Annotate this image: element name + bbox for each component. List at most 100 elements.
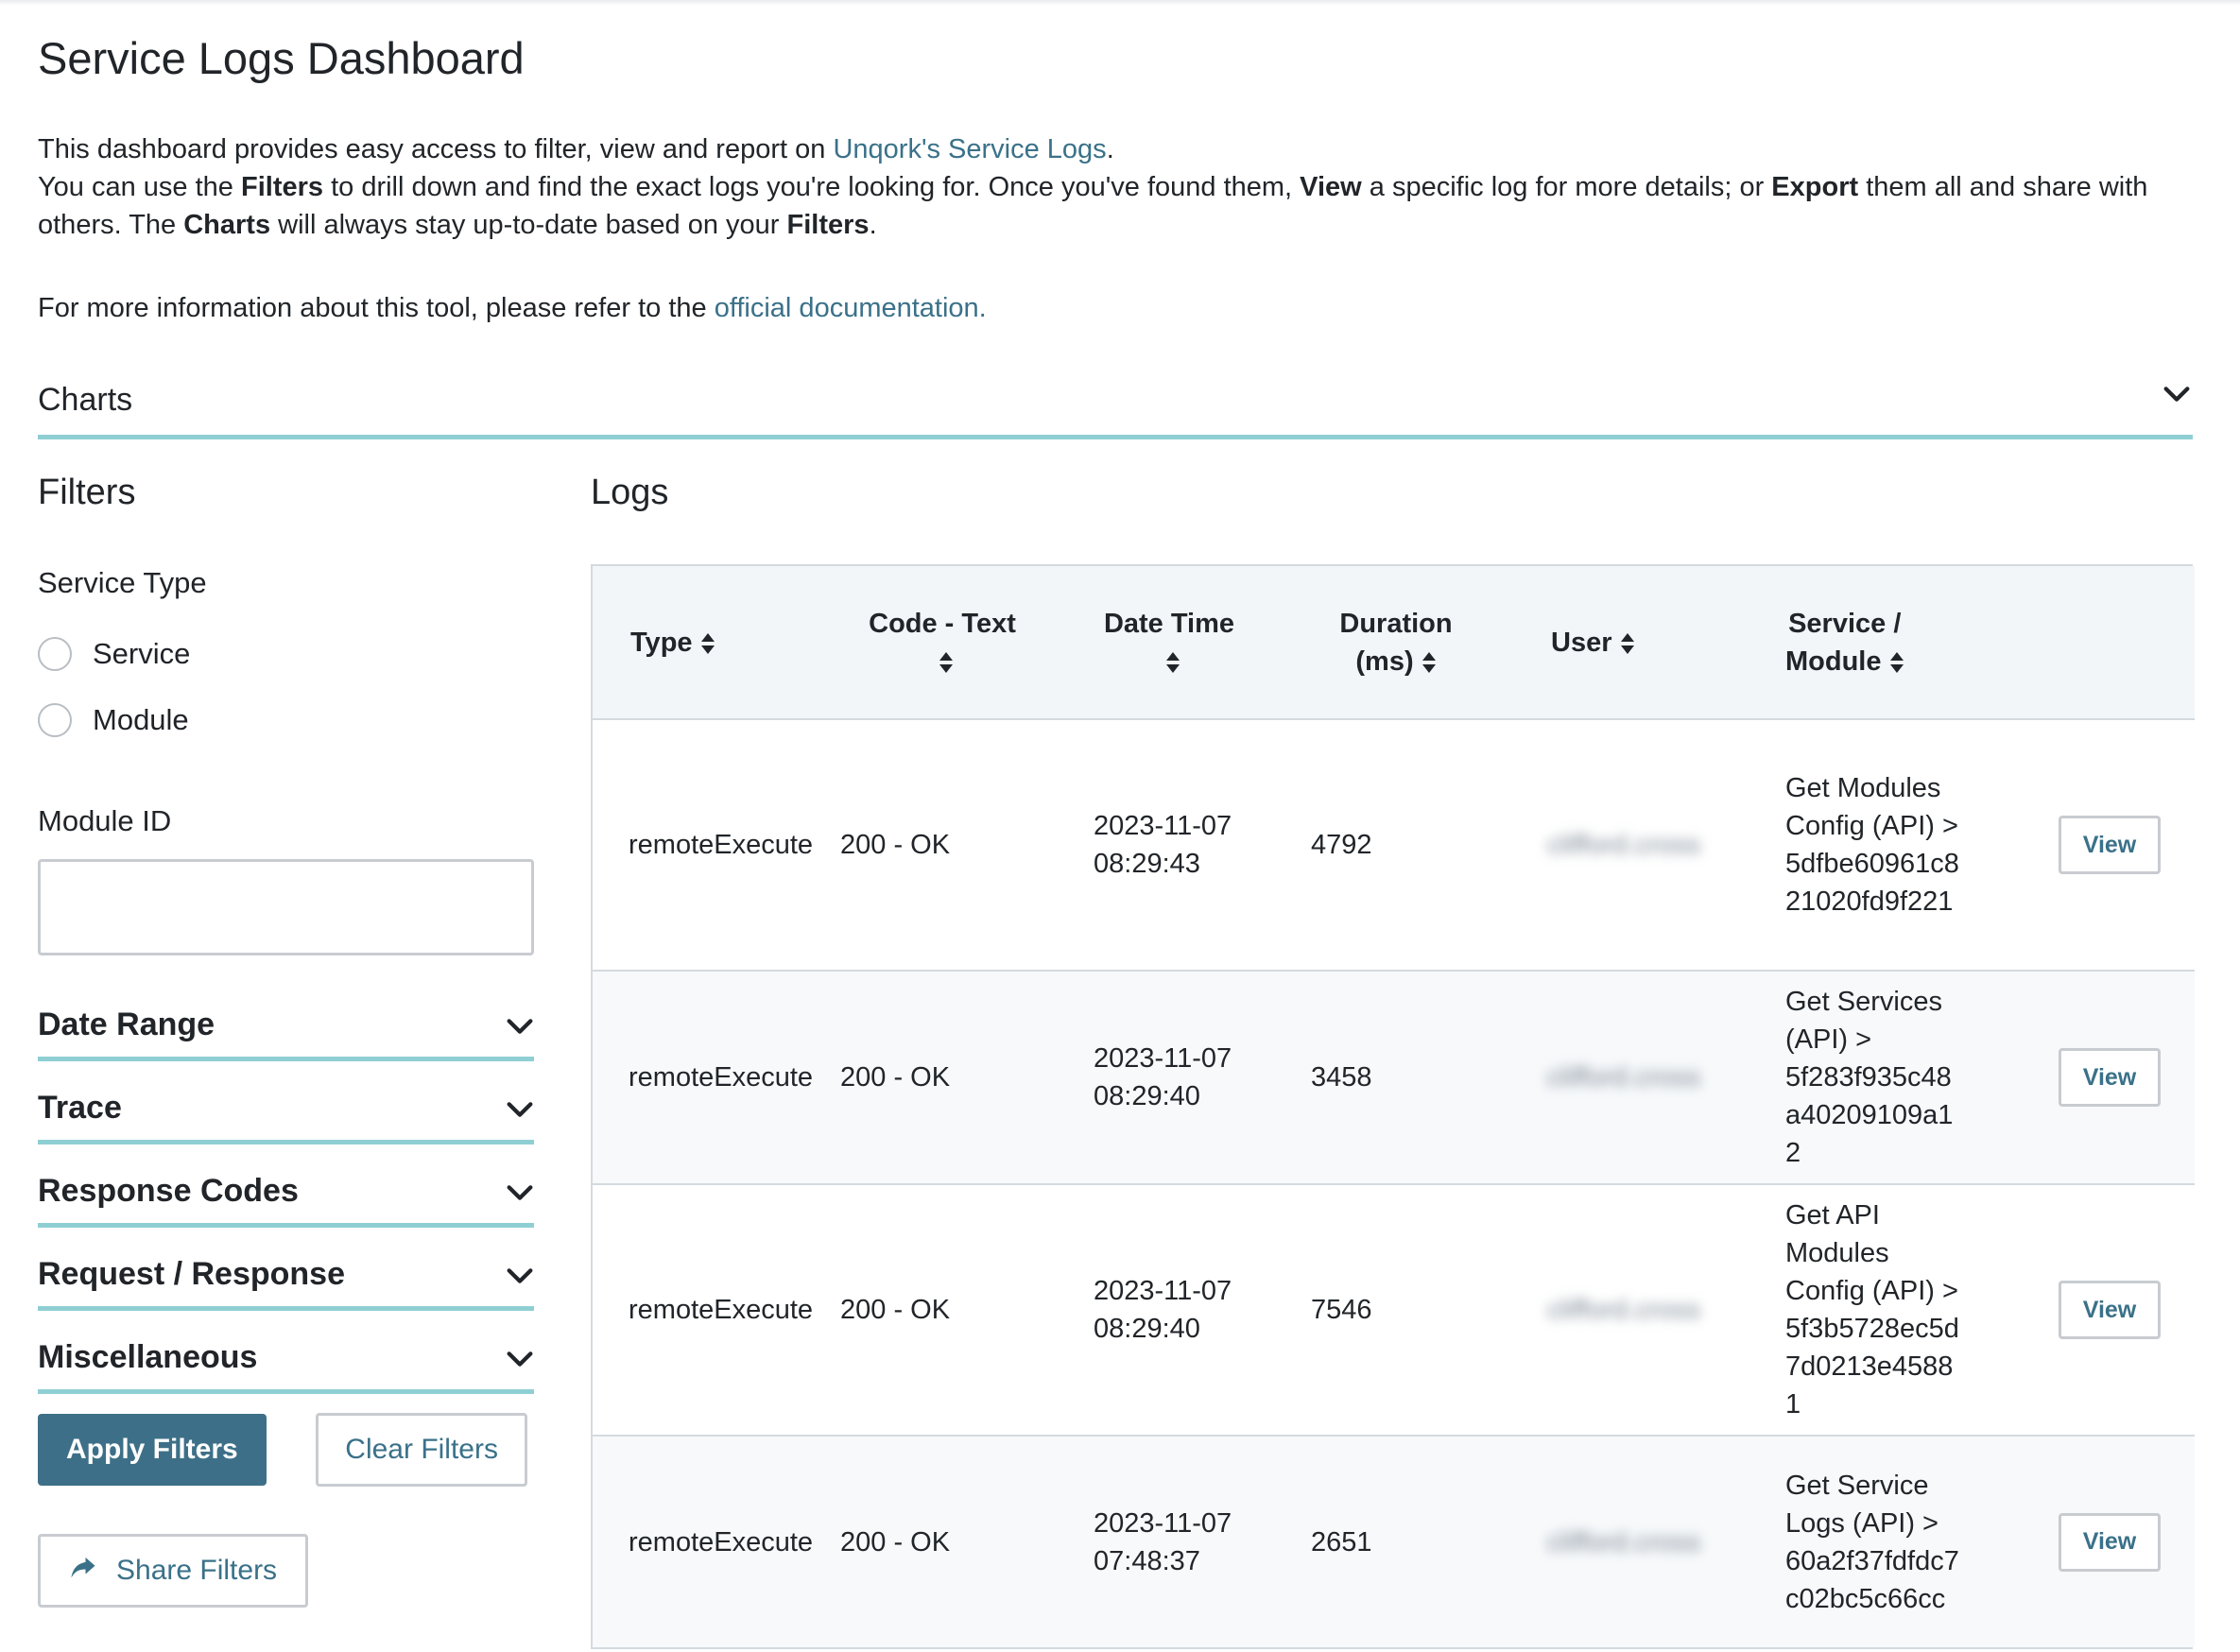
filter-accordions: Date Range Trace Response Codes Request … bbox=[38, 986, 534, 1394]
service-logs-link[interactable]: Unqork's Service Logs bbox=[833, 134, 1106, 164]
service-type-radio-service[interactable]: Service bbox=[38, 621, 534, 687]
cell-code: 200 - OK bbox=[840, 1295, 951, 1325]
column-header-label: Date Time bbox=[1103, 608, 1235, 639]
chevron-down-icon bbox=[504, 1010, 534, 1041]
view-button[interactable]: View bbox=[2059, 1512, 2161, 1572]
column-header-label: Service / bbox=[1788, 608, 1902, 639]
filter-buttons: Apply Filters Clear Filters bbox=[38, 1413, 527, 1487]
sort-icon bbox=[1422, 651, 1437, 674]
chevron-down-icon bbox=[504, 1343, 534, 1373]
intro-gap bbox=[38, 244, 2193, 289]
service-cell-content: Get API Modules Config (API) > 5f3b5728e… bbox=[1785, 1196, 2183, 1423]
cell-duration: 4792 bbox=[1311, 830, 1372, 860]
radio-label: Module bbox=[93, 703, 189, 736]
cell-type: remoteExecute bbox=[629, 1062, 814, 1093]
apply-filters-button[interactable]: Apply Filters bbox=[38, 1414, 267, 1486]
column-header-date-time[interactable]: Date Time bbox=[1056, 566, 1283, 719]
accordion-response-codes[interactable]: Response Codes bbox=[38, 1152, 534, 1228]
logs-panel: Logs Type Code - Text Date Time Duration… bbox=[591, 473, 2195, 1649]
user-blurred: clifford.cross bbox=[1547, 1062, 1701, 1093]
accordion-date-range[interactable]: Date Range bbox=[38, 986, 534, 1061]
radio-circle[interactable] bbox=[38, 637, 72, 671]
column-header-code-text[interactable]: Code - Text bbox=[829, 566, 1056, 719]
cell-time: 08:29:43 bbox=[1094, 849, 1200, 879]
intro-bold: View bbox=[1300, 172, 1362, 202]
user-blurred: clifford.cross bbox=[1547, 1526, 1701, 1557]
intro-bold: Filters bbox=[241, 172, 324, 202]
module-id-label: Module ID bbox=[38, 804, 172, 837]
column-header-label: Type bbox=[630, 627, 693, 658]
service-text: Get Services (API) > 5f283f935c48a402091… bbox=[1785, 987, 1954, 1168]
filters-title: Filters bbox=[38, 473, 136, 512]
column-header-label: Code - Text bbox=[869, 608, 1016, 639]
module-id-input[interactable] bbox=[38, 859, 534, 955]
column-header-type[interactable]: Type bbox=[593, 566, 829, 719]
view-button[interactable]: View bbox=[2059, 1281, 2161, 1339]
column-header-label: Module bbox=[1785, 645, 1882, 677]
table-row: remoteExecute 200 - OK 2023-11-07 07:48:3… bbox=[593, 1436, 2195, 1647]
accordion-label: Miscellaneous bbox=[38, 1339, 258, 1375]
intro-text-span: This dashboard provides easy access to f… bbox=[38, 134, 834, 164]
page: Service Logs Dashboard This dashboard pr… bbox=[0, 0, 2240, 1652]
intro-text-span: For more information about this tool, pl… bbox=[38, 293, 715, 323]
sort-icon bbox=[1165, 651, 1180, 674]
column-header-label: User bbox=[1551, 627, 1612, 658]
column-header-label: (ms) bbox=[1355, 645, 1414, 677]
intro-bold: Charts bbox=[183, 210, 271, 240]
accordion-request-response[interactable]: Request / Response bbox=[38, 1235, 534, 1311]
accordion-trace[interactable]: Trace bbox=[38, 1069, 534, 1144]
cell-user: clifford.cross bbox=[1509, 971, 1736, 1184]
user-blurred: clifford.cross bbox=[1547, 830, 1701, 860]
service-type-radio-module[interactable]: Module bbox=[38, 687, 534, 753]
cell-time: 08:29:40 bbox=[1094, 1081, 1200, 1111]
share-filters-label: Share Filters bbox=[116, 1555, 278, 1586]
service-cell-content: Get Services (API) > 5f283f935c48a402091… bbox=[1785, 983, 2183, 1172]
intro-text-span: a specific log for more details; or bbox=[1361, 172, 1772, 202]
cell-duration: 7546 bbox=[1311, 1295, 1372, 1325]
intro-bold: Filters bbox=[786, 210, 870, 240]
cell-date-time: 2023-11-07 07:48:37 bbox=[1056, 1436, 1283, 1647]
logs-title: Logs bbox=[591, 473, 669, 512]
cell-service: Get Services (API) > 5f283f935c48a402091… bbox=[1736, 971, 2195, 1184]
filters-panel: Filters Service Type Service Module Modu… bbox=[38, 473, 534, 1608]
cell-duration: 2651 bbox=[1311, 1526, 1372, 1557]
cell-date-time: 2023-11-07 08:29:43 bbox=[1056, 719, 1283, 971]
cell-type: remoteExecute bbox=[629, 1295, 814, 1325]
accordion-miscellaneous[interactable]: Miscellaneous bbox=[38, 1318, 534, 1394]
intro-text-span: You can use the bbox=[38, 172, 241, 202]
view-button[interactable]: View bbox=[2059, 1048, 2161, 1107]
cell-user: clifford.cross bbox=[1509, 1436, 1736, 1647]
accordion-label: Date Range bbox=[38, 1007, 215, 1042]
chevron-down-icon bbox=[504, 1177, 534, 1207]
share-filters-button[interactable]: Share Filters bbox=[38, 1534, 309, 1608]
column-header-user[interactable]: User bbox=[1509, 566, 1736, 719]
column-header-duration[interactable]: Duration (ms) bbox=[1283, 566, 1509, 719]
user-blurred: clifford.cross bbox=[1547, 1295, 1701, 1325]
clear-filters-button[interactable]: Clear Filters bbox=[316, 1413, 527, 1487]
cell-date-time: 2023-11-07 08:29:40 bbox=[1056, 971, 1283, 1184]
intro-line-3: For more information about this tool, pl… bbox=[38, 289, 2193, 327]
cell-code: 200 - OK bbox=[840, 830, 951, 860]
share-arrow-icon bbox=[69, 1553, 97, 1589]
intro-text-span: . bbox=[869, 210, 877, 240]
accordion-label: Request / Response bbox=[38, 1256, 345, 1292]
service-type-label: Service Type bbox=[38, 566, 207, 599]
chevron-down-icon bbox=[504, 1260, 534, 1290]
sort-icon bbox=[939, 651, 954, 674]
table-header-row: Type Code - Text Date Time Duration (ms) … bbox=[593, 566, 2195, 719]
chevron-down-icon bbox=[2161, 378, 2193, 410]
charts-accordion[interactable]: Charts bbox=[38, 378, 2193, 439]
radio-circle[interactable] bbox=[38, 703, 72, 737]
accordion-label: Response Codes bbox=[38, 1173, 299, 1209]
cell-service: Get Modules Config (API) > 5dfbe60961c82… bbox=[1736, 719, 2195, 971]
sort-icon bbox=[1889, 651, 1904, 674]
cell-user: clifford.cross bbox=[1509, 719, 1736, 971]
view-button[interactable]: View bbox=[2059, 816, 2161, 874]
cell-time: 07:48:37 bbox=[1094, 1545, 1200, 1576]
column-header-service-module[interactable]: Service / Module bbox=[1736, 566, 2195, 719]
cell-date: 2023-11-07 bbox=[1094, 1507, 1232, 1539]
cell-date-time: 2023-11-07 08:29:40 bbox=[1056, 1184, 1283, 1436]
page-title: Service Logs Dashboard bbox=[38, 33, 525, 83]
documentation-link[interactable]: official documentation. bbox=[715, 293, 987, 323]
intro-text-span: . bbox=[1106, 134, 1114, 164]
